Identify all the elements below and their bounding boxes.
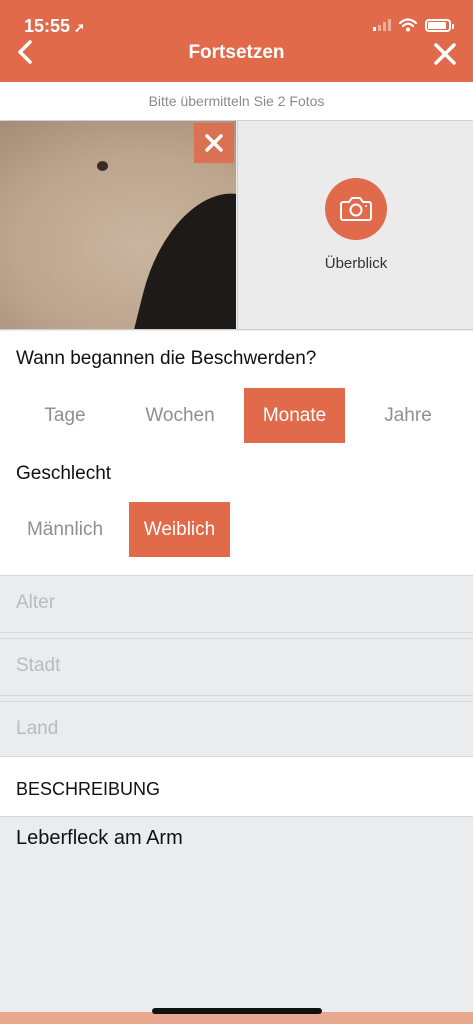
page-title: Fortsetzen: [188, 42, 285, 63]
age-field[interactable]: Alter: [0, 575, 473, 633]
photo-hint: Bitte übermitteln Sie 2 Fotos: [0, 82, 473, 120]
gender-section: Geschlecht Männlich Weiblich: [0, 446, 473, 575]
add-photo-slot[interactable]: Überblick: [237, 121, 473, 329]
photo-mole: [97, 161, 108, 171]
close-icon[interactable]: [427, 36, 463, 72]
description-heading: BESCHREIBUNG: [16, 779, 161, 799]
location-arrow-icon: ➚: [74, 20, 85, 35]
onset-option-monate[interactable]: Monate: [244, 388, 345, 443]
onset-section: Wann begannen die Beschwerden? Tage Woch…: [0, 331, 473, 446]
top-bar: 15:55 ➚ Fortsetzen: [0, 0, 473, 82]
photo-grid: Überblick: [0, 120, 473, 330]
description-header: BESCHREIBUNG: [0, 757, 473, 817]
home-indicator: [152, 1008, 322, 1014]
onset-option-jahre[interactable]: Jahre: [368, 388, 448, 443]
signal-icon: [373, 19, 391, 31]
gender-option-weiblich[interactable]: Weiblich: [129, 502, 230, 557]
onset-question: Wann begannen die Beschwerden?: [16, 348, 317, 369]
description-textarea[interactable]: Leberfleck am Arm: [0, 817, 473, 1014]
wifi-icon: [399, 18, 417, 32]
gender-question: Geschlecht: [16, 463, 112, 484]
photo-shadow: [123, 177, 236, 329]
remove-photo-button[interactable]: [194, 123, 234, 163]
city-placeholder: Stadt: [16, 655, 61, 676]
country-placeholder: Land: [16, 718, 59, 739]
photo-thumbnail[interactable]: [0, 121, 236, 329]
camera-icon: [340, 197, 372, 221]
battery-icon: [425, 18, 454, 32]
country-field[interactable]: Land: [0, 701, 473, 757]
description-text: Leberfleck am Arm: [16, 827, 183, 849]
status-icons: [373, 18, 454, 32]
gender-option-maennlich[interactable]: Männlich: [15, 502, 115, 557]
photo-slot-label: Überblick: [324, 255, 388, 272]
onset-option-tage[interactable]: Tage: [20, 388, 110, 443]
status-time-text: 15:55: [24, 16, 71, 36]
onset-option-wochen[interactable]: Wochen: [130, 388, 230, 443]
age-placeholder: Alter: [16, 592, 56, 613]
camera-button[interactable]: [325, 178, 387, 240]
city-field[interactable]: Stadt: [0, 638, 473, 696]
